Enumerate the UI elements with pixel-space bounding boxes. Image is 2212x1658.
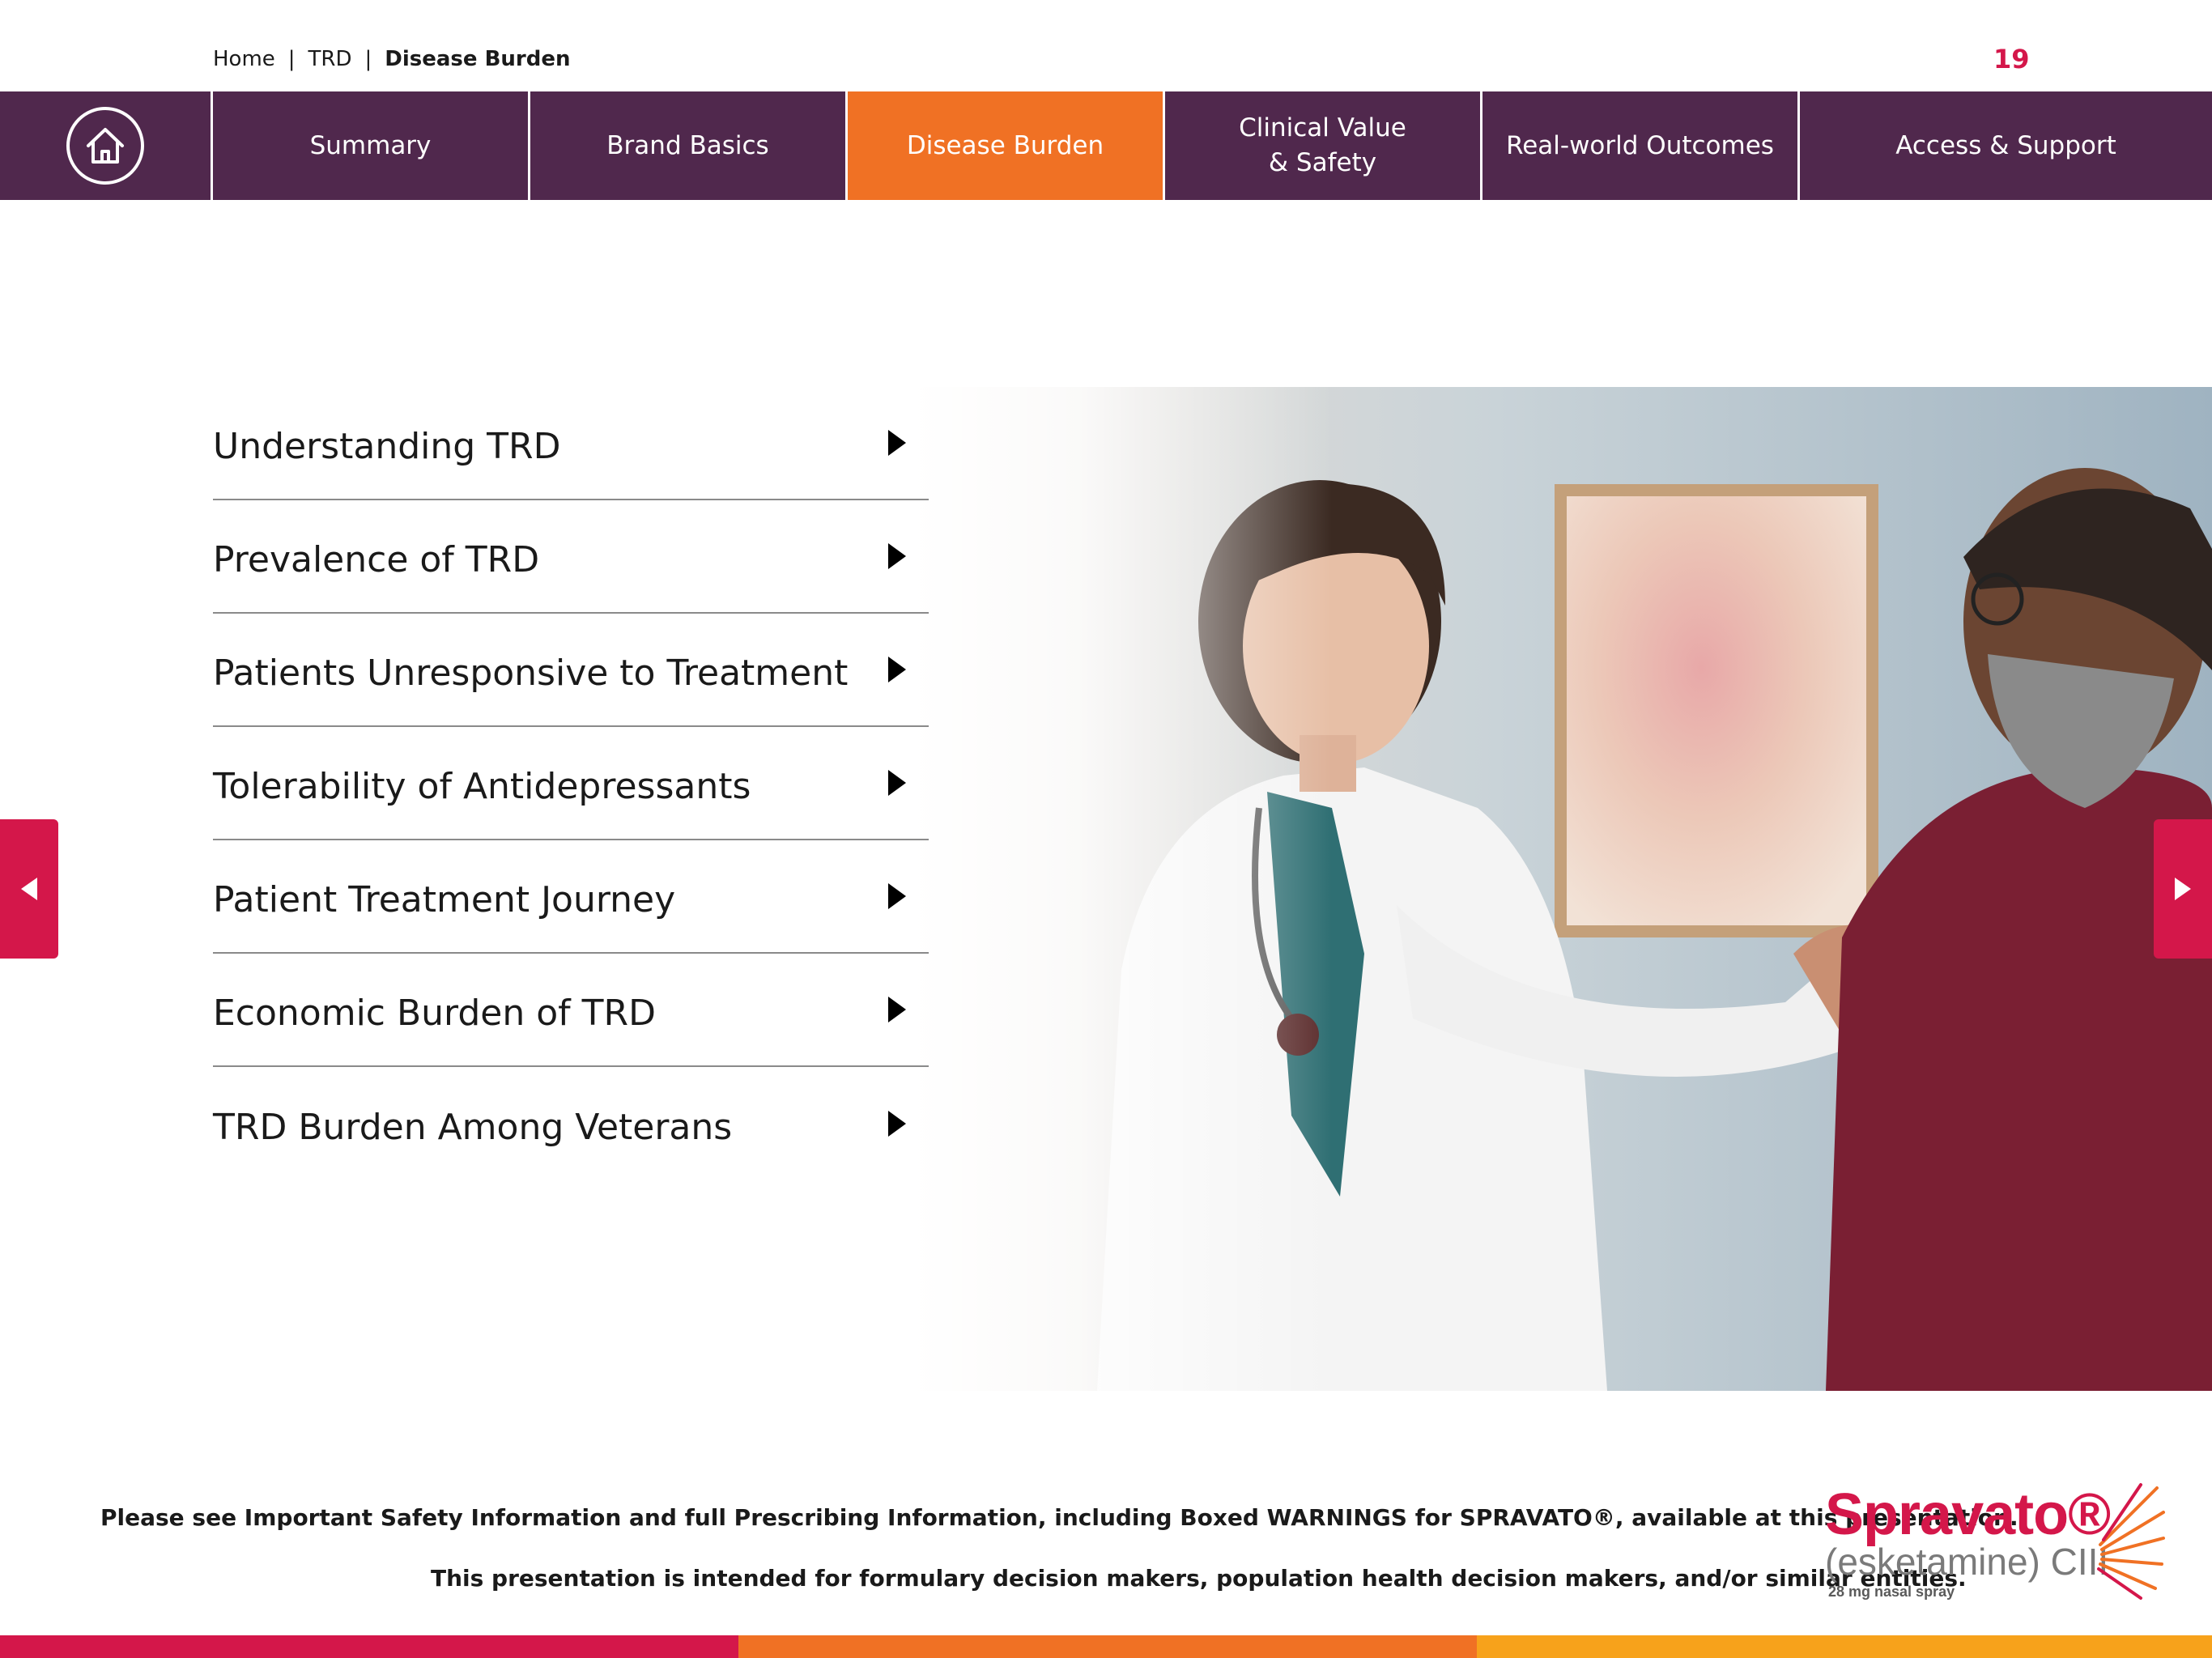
triangle-right-icon xyxy=(888,883,906,909)
tab-real-world-outcomes[interactable]: Real-world Outcomes xyxy=(1482,91,1800,200)
breadcrumb-home[interactable]: Home xyxy=(213,47,275,71)
breadcrumb-current: Disease Burden xyxy=(385,47,571,71)
logo-generic-name: (esketamine) CIII xyxy=(1825,1541,2109,1583)
next-page-button[interactable] xyxy=(2154,819,2212,959)
logo-dose: 28 mg nasal spray xyxy=(1828,1584,1955,1600)
breadcrumb-separator: | xyxy=(364,47,372,71)
stripe-segment-red xyxy=(0,1635,738,1658)
hero-photo xyxy=(911,387,2212,1391)
menu-item-prevalence-of-trd[interactable]: Prevalence of TRD xyxy=(213,500,929,614)
safety-info-text: Please see Important Safety Information … xyxy=(100,1504,2018,1531)
stripe-segment-yellow xyxy=(1477,1635,2212,1658)
triangle-right-icon xyxy=(888,1111,906,1137)
triangle-right-icon xyxy=(2175,878,2191,900)
logo-brand-name: Spravato® xyxy=(1825,1482,2111,1547)
audience-disclaimer-text: This presentation is intended for formul… xyxy=(431,1565,1967,1592)
spravato-logo: Spravato® (esketamine) CIII 28 mg nasal … xyxy=(1825,1482,2165,1603)
tab-brand-basics[interactable]: Brand Basics xyxy=(530,91,848,200)
topic-menu: Understanding TRD Prevalence of TRD Pati… xyxy=(213,387,929,1180)
main-nav: Summary Brand Basics Disease Burden Clin… xyxy=(0,91,2212,200)
page-number: 19 xyxy=(1993,44,2030,74)
menu-item-label: Tolerability of Antidepressants xyxy=(213,765,751,807)
triangle-right-icon xyxy=(888,430,906,456)
previous-page-button[interactable] xyxy=(0,819,58,959)
menu-item-label: TRD Burden Among Veterans xyxy=(213,1106,733,1148)
menu-item-label: Patients Unresponsive to Treatment xyxy=(213,652,849,694)
menu-item-trd-veterans[interactable]: TRD Burden Among Veterans xyxy=(213,1067,929,1180)
menu-item-patient-treatment-journey[interactable]: Patient Treatment Journey xyxy=(213,840,929,954)
bottom-color-stripe xyxy=(0,1635,2212,1658)
triangle-right-icon xyxy=(888,543,906,569)
menu-item-economic-burden[interactable]: Economic Burden of TRD xyxy=(213,954,929,1067)
menu-item-tolerability[interactable]: Tolerability of Antidepressants xyxy=(213,727,929,840)
logo-burst-icon xyxy=(2097,1483,2165,1600)
tab-disease-burden[interactable]: Disease Burden xyxy=(848,91,1165,200)
home-button[interactable] xyxy=(66,107,144,185)
triangle-right-icon xyxy=(888,657,906,682)
home-cell xyxy=(0,91,213,200)
tab-access-support[interactable]: Access & Support xyxy=(1800,91,2212,200)
tab-summary[interactable]: Summary xyxy=(213,91,530,200)
menu-item-label: Economic Burden of TRD xyxy=(213,992,656,1034)
breadcrumb: Home | TRD | Disease Burden xyxy=(213,47,571,71)
stripe-segment-orange xyxy=(738,1635,1477,1658)
menu-item-label: Patient Treatment Journey xyxy=(213,878,676,920)
breadcrumb-trd[interactable]: TRD xyxy=(308,47,352,71)
photo-fade-overlay xyxy=(911,387,1332,1391)
menu-item-patients-unresponsive[interactable]: Patients Unresponsive to Treatment xyxy=(213,614,929,727)
house-icon xyxy=(87,128,124,164)
tab-clinical-value-safety[interactable]: Clinical Value & Safety xyxy=(1165,91,1482,200)
triangle-left-icon xyxy=(21,878,37,900)
breadcrumb-separator: | xyxy=(287,47,296,71)
triangle-right-icon xyxy=(888,770,906,796)
menu-item-understanding-trd[interactable]: Understanding TRD xyxy=(213,387,929,500)
triangle-right-icon xyxy=(888,997,906,1022)
menu-item-label: Understanding TRD xyxy=(213,425,561,467)
menu-item-label: Prevalence of TRD xyxy=(213,538,540,580)
